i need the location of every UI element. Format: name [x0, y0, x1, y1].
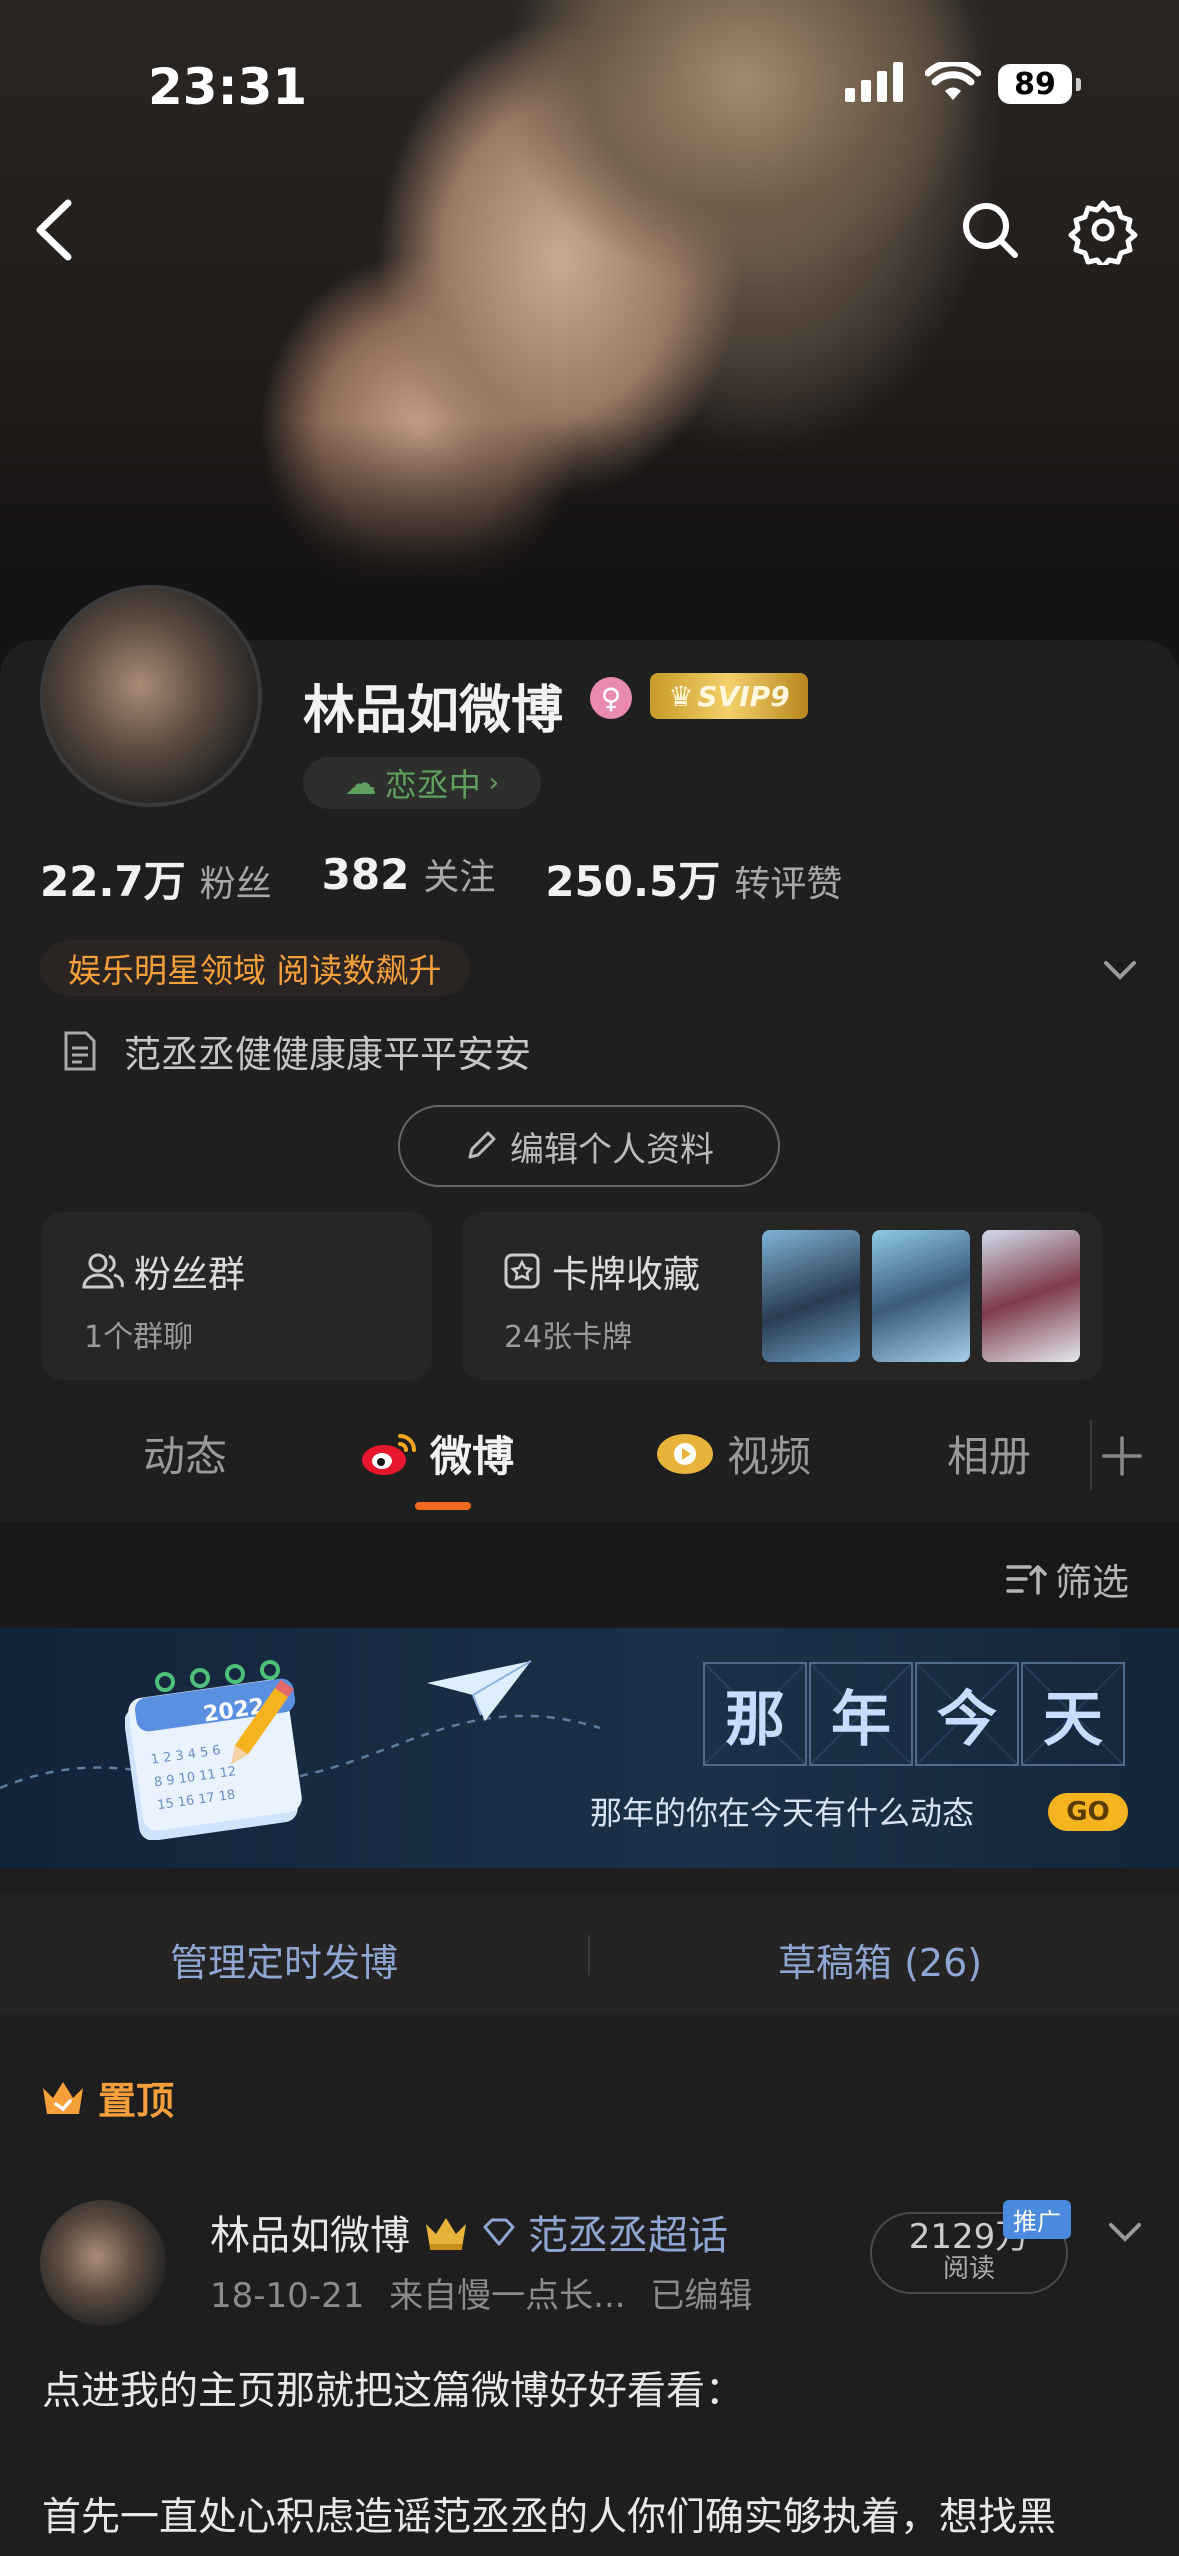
vip-crown-icon: [422, 2212, 470, 2252]
cloud-icon: ☁: [344, 764, 377, 802]
banner-go-button[interactable]: GO: [1048, 1793, 1128, 1831]
chevron-right-icon: ›: [488, 768, 500, 798]
profile-stats: 22.7万 粉丝 382 关注 250.5万 转评赞: [40, 848, 892, 909]
read-label: 阅读: [942, 2254, 995, 2285]
stat-label: 转评赞: [734, 864, 843, 905]
add-tab-button[interactable]: [1090, 1420, 1152, 1490]
pinned-label: 置顶: [40, 2070, 174, 2125]
post-source[interactable]: 来自慢一点长...: [389, 2276, 625, 2316]
profile-tabs: 动态 微博 视频 相册: [0, 1395, 1179, 1520]
card-collection-title: 卡牌收藏: [502, 1244, 700, 1298]
edit-profile-label: 编辑个人资料: [510, 1129, 714, 1170]
card-collection-label: 卡牌收藏: [552, 1253, 700, 1296]
weibo-logo-icon: [360, 1430, 418, 1478]
filter-row: [0, 1522, 1179, 1627]
post-menu-chevron-icon[interactable]: [1105, 2212, 1145, 2252]
fan-group-label: 粉丝群: [134, 1253, 245, 1296]
stat-following[interactable]: 382 关注: [322, 848, 496, 909]
stat-label: 粉丝: [199, 864, 272, 905]
paper-plane-icon: [425, 1655, 535, 1725]
document-icon: [62, 1030, 98, 1072]
stat-label: 关注: [423, 857, 496, 898]
post-text-line: 首先一直处心积虑造谣范丞丞的人你们确实够执着，想找黑: [42, 2495, 1057, 2540]
divider: [588, 1935, 590, 1975]
super-topic-link[interactable]: 范丞丞超话: [528, 2203, 728, 2261]
filter-label: 筛选: [1055, 1561, 1129, 1604]
scheduled-posts-button[interactable]: 管理定时发博: [170, 1932, 398, 1987]
profile-name: 林品如微博: [303, 681, 564, 741]
status-pill[interactable]: ☁ 恋丞中 ›: [303, 757, 541, 809]
filter-button[interactable]: 筛选: [1005, 1552, 1129, 1606]
active-tab-indicator: [415, 1502, 471, 1510]
banner-subtitle: 那年的你在今天有什么动态: [590, 1794, 975, 1832]
crown-icon: ♛: [668, 679, 694, 713]
tab-weibo[interactable]: 微博: [360, 1423, 514, 1484]
banner-char: 年: [809, 1662, 913, 1766]
banner-title-grid: 那 年 今 天: [703, 1662, 1127, 1766]
calendar-icon: 2022 1 2 3 4 5 68 9 10 11 12 15 16 17 18: [125, 1660, 340, 1840]
video-icon: [655, 1430, 715, 1478]
card-collection-card[interactable]: 卡牌收藏 24张卡牌: [462, 1212, 1102, 1380]
bio-text: 范丞丞健健康康平平安安: [124, 1033, 531, 1076]
post-meta: 18-10-21 来自慢一点长... 已编辑: [210, 2268, 752, 2317]
card-thumbnail[interactable]: [762, 1230, 860, 1362]
crown-icon: [40, 2078, 86, 2118]
fan-group-card[interactable]: 粉丝群 1个群聊: [42, 1212, 432, 1380]
tab-video[interactable]: 视频: [655, 1423, 811, 1484]
back-button[interactable]: [30, 195, 80, 265]
banner-char: 那: [703, 1662, 807, 1766]
cellular-signal-icon: [845, 62, 907, 102]
pencil-icon: [464, 1129, 498, 1163]
people-icon: [82, 1251, 124, 1291]
avatar[interactable]: [40, 585, 262, 807]
status-time: 23:31: [148, 58, 308, 116]
banner-char: 天: [1021, 1662, 1125, 1766]
stat-followers[interactable]: 22.7万 粉丝: [40, 848, 272, 909]
wifi-icon: [925, 62, 981, 102]
banner-char: 今: [915, 1662, 1019, 1766]
post-author-avatar[interactable]: [40, 2200, 166, 2326]
tab-dynamics[interactable]: 动态: [143, 1423, 227, 1484]
bio: 范丞丞健健康康平平安安: [62, 1024, 531, 1078]
edit-profile-button[interactable]: 编辑个人资料: [398, 1105, 780, 1187]
stat-value: 382: [321, 850, 410, 899]
card-collection-count: 24张卡牌: [504, 1320, 633, 1355]
promote-tag[interactable]: 推广: [1003, 2200, 1071, 2239]
post-text-line: 点进我的主页那就把这篇微博好好看看：: [42, 2369, 745, 2414]
search-icon[interactable]: [955, 195, 1025, 265]
stat-value: 250.5万: [545, 857, 721, 906]
card-thumbnail[interactable]: [982, 1230, 1080, 1362]
battery-indicator: 89: [998, 64, 1081, 104]
gear-icon[interactable]: [1068, 195, 1138, 265]
tab-label: 动态: [143, 1432, 228, 1481]
chevron-down-icon[interactable]: [1100, 950, 1140, 990]
fan-group-count: 1个群聊: [84, 1320, 194, 1355]
card-icon: [502, 1251, 542, 1291]
tab-label: 视频: [727, 1432, 812, 1481]
post-edited[interactable]: 已编辑: [650, 2276, 752, 2316]
tab-label: 微博: [430, 1432, 515, 1481]
post-author-name[interactable]: 林品如微博: [210, 2203, 410, 2261]
stat-value: 22.7万: [40, 857, 186, 906]
svip-badge[interactable]: ♛ SVIP9: [650, 673, 808, 719]
domain-tag[interactable]: 娱乐明星领域 阅读数飙升: [40, 940, 470, 996]
stat-likes[interactable]: 250.5万 转评赞: [545, 848, 842, 909]
filter-icon: [1005, 1559, 1047, 1599]
pinned-text: 置顶: [98, 2079, 175, 2123]
drafts-button[interactable]: 草稿箱 (26): [778, 1932, 982, 1987]
card-thumbnail[interactable]: [872, 1230, 970, 1362]
female-icon: ♀: [590, 677, 632, 719]
post-date: 18-10-21: [210, 2276, 365, 2316]
tab-album[interactable]: 相册: [947, 1423, 1031, 1484]
fan-group-title: 粉丝群: [82, 1244, 245, 1298]
status-label: 恋丞中: [384, 766, 481, 804]
tab-label: 相册: [947, 1432, 1032, 1481]
svip-label: SVIP9: [697, 679, 790, 713]
diamond-icon: [482, 2217, 516, 2247]
post-header: 林品如微博 范丞丞超话: [210, 2203, 728, 2261]
